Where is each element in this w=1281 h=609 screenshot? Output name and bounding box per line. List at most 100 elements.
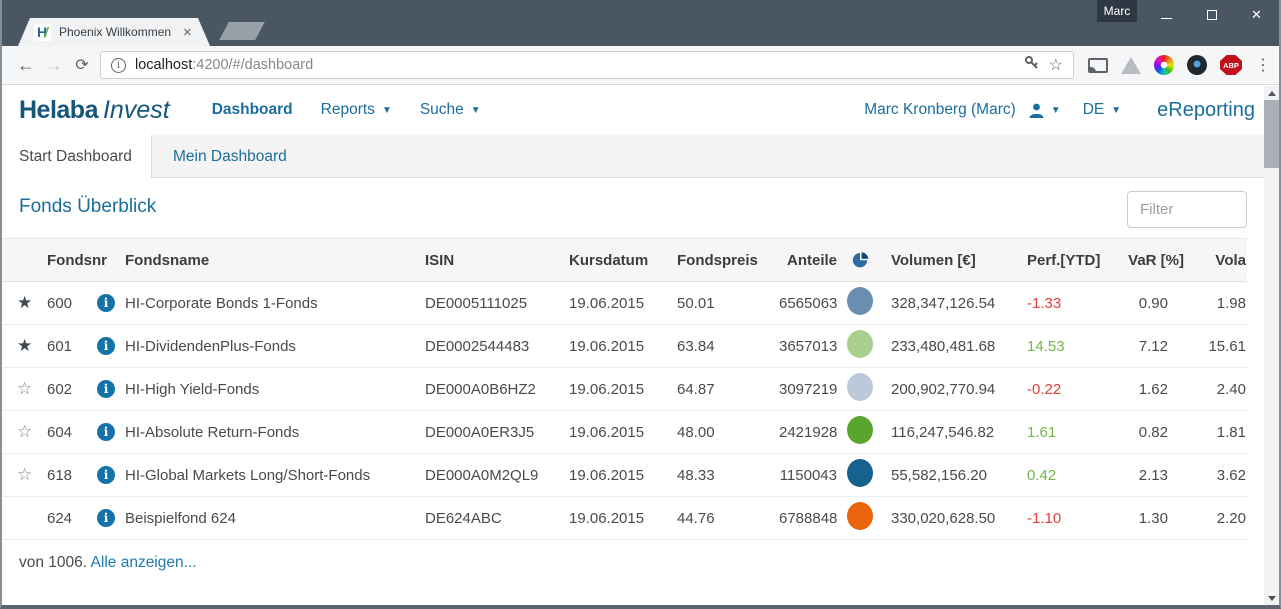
chrome-profile-badge[interactable]: Marc [1097, 0, 1137, 22]
password-key-icon[interactable] [1024, 55, 1039, 75]
cell-var: 2.13 [1138, 466, 1168, 484]
browser-toolbar: ← → ⟳ i localhost:4200/#/dashboard ☆ ABP… [2, 46, 1279, 85]
back-button[interactable]: ← [12, 55, 40, 76]
scroll-up-icon[interactable] [1264, 86, 1279, 100]
cell-kursdatum: 19.06.2015 [569, 337, 645, 355]
cell-vola: 2.20 [1216, 509, 1246, 527]
header-var[interactable]: VaR [%] [1104, 252, 1184, 269]
row-count-text: von 1006. [19, 554, 88, 571]
cell-perf: -1.33 [1027, 294, 1062, 312]
favorite-star-icon[interactable]: ☆ [11, 379, 47, 399]
info-icon[interactable] [97, 509, 115, 527]
header-anteile[interactable]: Anteile [779, 252, 837, 269]
header-volumen[interactable]: Volumen [€] [883, 252, 1027, 269]
header-kursdatum[interactable]: Kursdatum [569, 252, 677, 269]
allocation-dot[interactable] [837, 459, 883, 491]
cell-fondsname[interactable]: HI-Absolute Return-Fonds [125, 424, 425, 441]
favorite-star-icon[interactable]: ★ [11, 293, 47, 313]
pie-chart-icon[interactable] [837, 251, 883, 269]
adblock-extension-icon[interactable]: ABP [1220, 55, 1242, 75]
cell-fondsname[interactable]: HI-Global Markets Long/Short-Fonds [125, 467, 425, 484]
favorite-star-icon[interactable]: ★ [11, 336, 47, 356]
cell-isin: DE0005111025 [425, 294, 528, 312]
page-scrollbar[interactable] [1264, 86, 1279, 605]
tab-mein-dashboard[interactable]: Mein Dashboard [152, 135, 287, 178]
info-icon[interactable] [97, 466, 115, 484]
allocation-dot-icon [847, 287, 873, 315]
reload-button[interactable]: ⟳ [68, 55, 96, 75]
header-fondsnr[interactable]: Fondsnr [47, 252, 107, 269]
header-isin[interactable]: ISIN [425, 252, 569, 269]
user-icon[interactable] [1028, 102, 1045, 119]
chrome-menu-icon[interactable]: ⋮ [1255, 55, 1271, 75]
header-fondsname[interactable]: Fondsname [125, 252, 425, 269]
nav-reports[interactable]: Reports ▼ [321, 101, 392, 119]
cell-fondsname[interactable]: HI-DividendenPlus-Fonds [125, 338, 425, 355]
allocation-dot[interactable] [837, 330, 883, 362]
cast-extension-icon[interactable] [1088, 57, 1108, 73]
table-row[interactable]: ★ 601 HI-DividendenPlus-Fonds DE00025444… [2, 325, 1247, 368]
page-info-icon[interactable]: i [111, 57, 126, 73]
info-icon[interactable] [97, 337, 115, 355]
nav-suche[interactable]: Suche ▼ [420, 101, 481, 119]
browser-tab[interactable]: H/ Phoenix Willkommen ✕ [18, 18, 210, 46]
cell-perf: 14.53 [1027, 337, 1065, 355]
info-icon[interactable] [97, 380, 115, 398]
cell-fondsname[interactable]: HI-Corporate Bonds 1-Fonds [125, 295, 425, 312]
favorite-star-icon[interactable]: ☆ [11, 422, 47, 442]
header-vola[interactable]: Vola [1184, 252, 1246, 269]
nav-dashboard[interactable]: Dashboard [212, 101, 293, 119]
camera-extension-icon[interactable] [1187, 55, 1207, 75]
allocation-dot[interactable] [837, 502, 883, 534]
cell-fondsname[interactable]: HI-High Yield-Fonds [125, 381, 425, 398]
cell-fondspreis: 48.00 [677, 423, 715, 441]
scroll-down-icon[interactable] [1264, 591, 1279, 605]
tab-start-dashboard[interactable]: Start Dashboard [2, 135, 152, 178]
cell-fondsnr: 600 [47, 294, 73, 312]
filter-input[interactable] [1127, 191, 1247, 228]
user-name[interactable]: Marc Kronberg (Marc) [864, 101, 1016, 119]
table-row[interactable]: ☆ 604 HI-Absolute Return-Fonds DE000A0ER… [2, 411, 1247, 454]
helaba-favicon-icon: H/ [34, 24, 51, 41]
new-tab-button[interactable] [219, 22, 265, 40]
table-row[interactable]: ☆ 618 HI-Global Markets Long/Short-Fonds… [2, 454, 1247, 497]
show-all-link[interactable]: Alle anzeigen... [91, 554, 197, 571]
chevron-down-icon: ▼ [470, 104, 481, 116]
colorwheel-extension-icon[interactable] [1154, 55, 1174, 75]
table-row[interactable]: 624 Beispielfond 624 DE624ABC 19.06.2015… [2, 497, 1247, 540]
url-text[interactable]: localhost:4200/#/dashboard [135, 57, 1014, 73]
cell-kursdatum: 19.06.2015 [569, 509, 645, 527]
minimize-button[interactable] [1144, 0, 1189, 30]
fonds-panel: Fonds Überblick Fondsnr Fondsname ISIN K… [2, 178, 1279, 572]
cell-fondsname[interactable]: Beispielfond 624 [125, 510, 425, 527]
info-icon[interactable] [97, 294, 115, 312]
header-perf[interactable]: Perf.[YTD] [1027, 252, 1104, 269]
cell-isin: DE000A0M2QL9 [425, 466, 539, 484]
language-selector[interactable]: DE ▼ [1083, 101, 1121, 119]
address-bar[interactable]: i localhost:4200/#/dashboard ☆ [100, 51, 1074, 79]
table-row[interactable]: ★ 600 HI-Corporate Bonds 1-Fonds DE00051… [2, 282, 1247, 325]
allocation-dot[interactable] [837, 416, 883, 448]
user-menu-chevron-icon[interactable]: ▼ [1051, 105, 1061, 116]
scrollbar-thumb[interactable] [1264, 100, 1279, 168]
drive-extension-icon[interactable] [1121, 56, 1141, 74]
allocation-dot-icon [847, 502, 873, 530]
allocation-dot[interactable] [837, 287, 883, 319]
maximize-button[interactable] [1189, 0, 1234, 30]
chevron-down-icon: ▼ [1111, 104, 1122, 116]
cell-perf: 0.42 [1027, 466, 1057, 484]
forward-button[interactable]: → [40, 55, 68, 76]
header-fondspreis[interactable]: Fondspreis [677, 252, 779, 269]
cell-isin: DE000A0ER3J5 [425, 423, 535, 441]
cell-volumen: 233,480,481.68 [891, 337, 996, 355]
cell-fondspreis: 64.87 [677, 380, 715, 398]
favorite-star-icon[interactable]: ☆ [11, 465, 47, 485]
tab-close-icon[interactable]: ✕ [183, 26, 192, 39]
allocation-dot[interactable] [837, 373, 883, 405]
close-button[interactable]: ✕ [1234, 0, 1279, 30]
info-icon[interactable] [97, 423, 115, 441]
table-row[interactable]: ☆ 602 HI-High Yield-Fonds DE000A0B6HZ2 1… [2, 368, 1247, 411]
table-header-row: Fondsnr Fondsname ISIN Kursdatum Fondspr… [2, 238, 1247, 282]
cell-fondspreis: 50.01 [677, 294, 715, 312]
bookmark-star-icon[interactable]: ☆ [1049, 55, 1063, 75]
